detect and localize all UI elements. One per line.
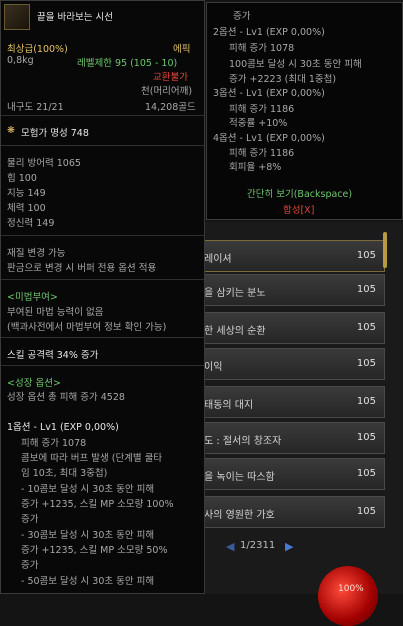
- divider: [1, 235, 204, 236]
- divider: [1, 337, 204, 338]
- option1-line: 증가 +1235, 스킬 MP 소모량 50%: [21, 545, 168, 556]
- list-item[interactable]: 사의 영원한 가호 105: [197, 496, 385, 528]
- tooltip-line: 회피율 +8%: [229, 162, 282, 173]
- option1-header: 1옵션 - Lv1 (EXP 0,00%): [7, 422, 119, 433]
- list-item[interactable]: 을 삼키는 분노 105: [197, 274, 385, 306]
- skill-attack: 스킬 공격력 34% 증가: [7, 350, 99, 361]
- list-item-name: 을 삼키는 분노: [204, 288, 266, 299]
- list-item[interactable]: 도 : 절서의 창조자 105: [197, 422, 385, 454]
- tooltip-line: 2옵션 - Lv1 (EXP 0,00%): [213, 27, 325, 38]
- tooltip-line: 피해 증가 1078: [229, 43, 295, 54]
- list-item[interactable]: 이익 105: [197, 348, 385, 380]
- growth-header: <성장 옵션>: [7, 378, 61, 389]
- list-item-level: 105: [356, 468, 376, 479]
- material-note: 판금으로 변경 시 버퍼 전용 옵션 적용: [7, 263, 157, 274]
- tooltip-line: 증가 +2223 (최대 1중첩): [229, 74, 337, 85]
- option1-line: - 50콤보 달성 시 30초 동안 피해: [21, 576, 155, 587]
- item-icon: [4, 4, 30, 30]
- option1-line: 증가 +1235, 스킬 MP 소모량 100%: [21, 499, 174, 510]
- option1-line: - 10콤보 달성 시 30초 동안 피해: [21, 484, 155, 495]
- item-tooltip: 끝을 바라보는 시선 최상급(100%) 에픽 0,8kg 레벨제한 95 (1…: [0, 0, 205, 594]
- next-page-icon[interactable]: ▶: [285, 540, 293, 553]
- item-rarity: 에픽: [173, 44, 191, 55]
- list-item-name: 태동의 대지: [204, 400, 254, 411]
- tooltip-line: 적중률 +10%: [229, 118, 288, 129]
- growth-total: 성장 옵션 총 피해 증가 4528: [7, 392, 125, 403]
- adventurer-fame: 모험가 명성 748: [21, 128, 89, 139]
- tooltip-line: 4옵션 - Lv1 (EXP 0,00%): [213, 133, 325, 144]
- option1-line: 피해 증가 1078: [21, 438, 87, 449]
- option1-line: 콤보에 따라 버프 발생 (단계별 쿨타: [21, 453, 163, 464]
- divider: [1, 145, 204, 146]
- list-item[interactable]: 한 세상의 순환 105: [197, 312, 385, 344]
- tooltip-line: 피해 증가 1186: [229, 148, 295, 159]
- tooltip-line: 100콤보 달성 시 30초 동안 피해: [229, 59, 362, 70]
- material-change: 재질 변경 가능: [7, 248, 66, 259]
- list-item-level: 105: [356, 284, 376, 295]
- stat-line: 지능 149: [7, 188, 46, 199]
- magic-seal-line: (백과사전에서 마법부여 정보 확인 가능): [7, 322, 167, 333]
- page-indicator: 1/2311: [240, 540, 276, 551]
- hp-orb: [318, 566, 378, 626]
- list-item[interactable]: 레이셔 105: [197, 240, 385, 272]
- tooltip-line: 증가: [233, 11, 251, 22]
- list-item-name: 사의 영원한 가호: [204, 510, 275, 521]
- stat-line: 물리 방어력 1065: [7, 158, 81, 169]
- list-item-level: 105: [356, 396, 376, 407]
- prev-page-icon[interactable]: ◀: [226, 540, 234, 553]
- hp-orb-label: 100%: [338, 584, 364, 594]
- list-item-name: 이익: [204, 362, 223, 373]
- level-limit: 레벨제한 95 (105 - 10): [77, 58, 178, 69]
- synth-hint[interactable]: 합성[X]: [283, 202, 314, 216]
- option1-line: 증가: [21, 514, 39, 525]
- divider: [1, 279, 204, 280]
- tooltip-line: 3옵션 - Lv1 (EXP 0,00%): [213, 88, 325, 99]
- list-item[interactable]: 태동의 대지 105: [197, 386, 385, 418]
- scrollbar-thumb[interactable]: [383, 232, 387, 268]
- stat-line: 힘 100: [7, 173, 37, 184]
- option1-line: 임 10초, 최대 3중첩): [21, 468, 108, 479]
- trade-status: 교환불가: [153, 72, 188, 83]
- simple-view-hint[interactable]: 간단히 보기(Backspace): [247, 186, 352, 200]
- list-item-level: 105: [356, 506, 376, 517]
- stat-line: 정신력 149: [7, 218, 55, 229]
- list-item-name: 을 녹이는 따스함: [204, 472, 275, 483]
- stat-line: 체력 100: [7, 203, 46, 214]
- list-item-level: 105: [356, 250, 376, 261]
- option1-line: 증가: [21, 560, 39, 571]
- item-grade: 최상급(100%): [7, 44, 68, 55]
- list-item-level: 105: [356, 358, 376, 369]
- item-slot: 천(머리어깨): [141, 86, 193, 97]
- list-item-name: 한 세상의 순환: [204, 326, 266, 337]
- item-price: 14,208골드: [145, 102, 196, 113]
- list-item-level: 105: [356, 322, 376, 333]
- list-item-name: 도 : 절서의 창조자: [204, 436, 282, 447]
- magic-seal-header: <미법부여>: [7, 292, 58, 303]
- durability: 내구도 21/21: [7, 102, 64, 113]
- item-weight: 0,8kg: [7, 55, 34, 66]
- list-item[interactable]: 을 녹이는 따스함 105: [197, 458, 385, 490]
- item-tooltip-continued: 증가 2옵션 - Lv1 (EXP 0,00%) 피해 증가 1078 100콤…: [206, 2, 403, 220]
- fame-icon: ❋: [7, 125, 15, 136]
- item-name: 끝을 바라보는 시선: [37, 12, 113, 23]
- magic-seal-line: 부여된 마법 능력이 없음: [7, 307, 104, 318]
- list-item-name: 레이셔: [204, 254, 232, 265]
- divider: [1, 115, 204, 116]
- divider: [1, 365, 204, 366]
- list-item-level: 105: [356, 432, 376, 443]
- tooltip-line: 피해 증가 1186: [229, 104, 295, 115]
- option1-line: - 30콤보 달성 시 30초 동안 피해: [21, 530, 155, 541]
